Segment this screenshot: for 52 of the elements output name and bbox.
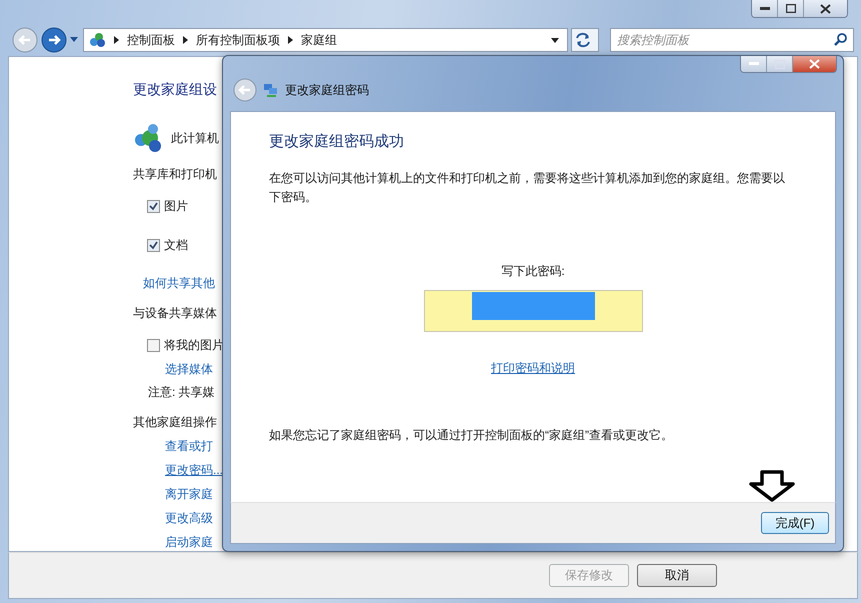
print-link[interactable]: 打印密码和说明 [491,361,575,376]
chevron-icon [183,36,188,44]
checkbox[interactable] [147,200,160,212]
success-heading: 更改家庭组密码成功 [269,132,405,152]
link[interactable]: 如何共享其他 [143,274,215,292]
checkbox-label[interactable]: 图片 [164,198,188,214]
section-label: 其他家庭组操作 [133,414,217,430]
link[interactable]: 启动家庭 [165,534,213,550]
checkbox[interactable] [147,338,160,352]
close-button[interactable] [793,56,836,72]
minimize-button[interactable] [752,0,778,17]
link[interactable]: 离开家庭 [165,486,213,502]
close-button[interactable] [804,0,847,17]
link[interactable]: 更改密码... [165,462,224,478]
network-computers-icon [263,82,279,98]
minimize-icon [748,62,758,66]
chevron-icon [288,36,293,44]
breadcrumb[interactable]: 所有控制面板项 [196,32,280,48]
message-text: 在您可以访问其他计算机上的文件和打印机之前，需要将这些计算机添加到您的家庭组。您需要以下密码。 [269,170,786,206]
note-text: 注意: 共享媒 [148,384,215,400]
maximize-icon [774,60,784,69]
network-icon [88,32,106,48]
password-label: 写下此密码: [500,263,566,280]
dialog-title: 更改家庭组密码 [285,82,369,99]
footer-note: 如果您忘记了家庭组密码，可以通过打开控制面板的“家庭组”查看或更改它。 [269,427,674,444]
breadcrumb[interactable]: 控制面板 [127,32,175,48]
computer-label: 此计算机 [171,130,219,146]
search-field[interactable]: 搜索控制面板 [610,28,854,52]
search-icon[interactable] [834,33,847,46]
chevron-icon [114,36,119,44]
cancel-button[interactable]: 取消 [637,564,717,587]
breadcrumb[interactable]: 家庭组 [301,32,337,48]
link[interactable]: 选择媒体 [165,360,213,378]
dropdown-icon[interactable] [551,38,559,42]
section-label: 与设备共享媒体 [133,304,217,322]
finish-button[interactable]: 完成(F) [761,512,829,534]
refresh-icon[interactable] [571,28,599,52]
back-button[interactable] [233,78,257,102]
section-label: 共享库和打印机 [133,166,217,182]
checkbox-label[interactable]: 文档 [164,236,188,254]
close-icon [820,4,831,14]
forward-button[interactable] [41,27,67,53]
link[interactable]: 更改高级 [165,510,213,526]
page-heading: 更改家庭组设 [133,81,217,99]
maximize-icon [786,4,796,13]
maximize-button[interactable] [778,0,804,17]
address-bar[interactable]: 控制面板 所有控制面板项 家庭组 [83,28,568,52]
checkbox-label[interactable]: 将我的图片 [164,336,224,354]
link[interactable]: 查看或打 [165,438,213,454]
close-icon [809,59,820,70]
minimize-icon [760,6,770,10]
checkbox[interactable] [147,238,160,252]
